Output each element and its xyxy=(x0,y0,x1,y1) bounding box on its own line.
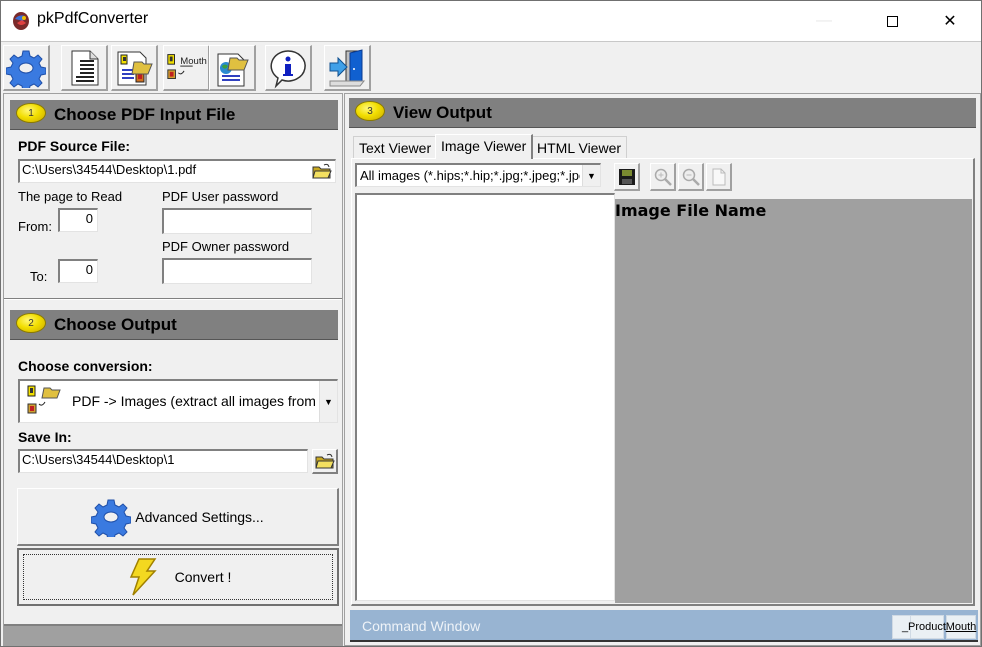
command-window-label: Command Window xyxy=(362,618,481,634)
text-document-icon xyxy=(71,50,99,85)
browse-save-button[interactable] xyxy=(312,449,338,474)
window-title: pkPdfConverter xyxy=(37,10,149,27)
settings-toolbar-button[interactable] xyxy=(3,45,50,91)
exit-door-icon xyxy=(329,48,366,86)
image-file-name-label: Image File Name xyxy=(615,201,767,220)
title-bar: pkPdfConverter — ✕ xyxy=(1,1,981,41)
mouth-label: Mouth xyxy=(945,621,977,633)
tab-label: Image Viewer xyxy=(441,138,527,154)
actual-size-button[interactable] xyxy=(706,163,732,191)
from-page-input[interactable]: 0 xyxy=(58,208,98,232)
section-divider xyxy=(4,298,342,300)
input-section-title: Choose PDF Input File xyxy=(54,105,236,124)
image-filter-select[interactable]: All images (*.hips;*.hip;*.jpg;*.jpeg;*.… xyxy=(355,163,601,187)
step-1-badge: 1 xyxy=(16,103,46,123)
web-document-open-icon xyxy=(217,53,249,86)
gear-icon xyxy=(6,50,46,88)
open-pdf-images-toolbar-button[interactable] xyxy=(111,45,158,91)
step-2-badge: 2 xyxy=(16,313,46,333)
view-output-title: View Output xyxy=(393,103,492,122)
open-folder-icon xyxy=(312,163,332,179)
tab-label: Text Viewer xyxy=(359,140,432,156)
output-section-title: Choose Output xyxy=(54,315,177,334)
pdf-to-images-icon xyxy=(27,385,61,414)
tab-image-viewer[interactable]: Image Viewer xyxy=(435,134,534,159)
image-file-list[interactable] xyxy=(355,193,615,601)
left-panel: 1 Choose PDF Input File PDF Source File:… xyxy=(3,93,343,646)
command-mouth-button[interactable]: Mouth xyxy=(946,615,976,639)
from-page-value: 0 xyxy=(85,211,93,226)
zoom-in-icon xyxy=(654,168,672,186)
command-window-bar: Command Window _ Product Mouth xyxy=(350,610,978,642)
to-page-value: 0 xyxy=(85,262,93,277)
save-icon xyxy=(618,168,635,185)
right-panel: 3 View Output Text Viewer Image Viewer H… xyxy=(344,93,981,646)
minimize-icon: — xyxy=(816,12,832,29)
blank-page-icon xyxy=(712,168,725,185)
page-range-label: The page to Read xyxy=(18,189,123,204)
owner-password-label: PDF Owner password xyxy=(162,239,290,254)
save-in-value: C:\Users\34544\Desktop\1 xyxy=(22,452,175,467)
view-output-header: 3 View Output xyxy=(349,98,976,128)
to-label: To: xyxy=(30,269,48,284)
product-label: Product xyxy=(908,621,946,633)
conversion-select[interactable]: PDF -> Images (extract all images from P… xyxy=(18,379,338,423)
save-image-button[interactable] xyxy=(614,163,640,191)
open-html-toolbar-button[interactable] xyxy=(209,45,256,91)
chevron-down-icon: ▼ xyxy=(587,170,596,181)
save-in-label: Save In: xyxy=(18,429,72,445)
conversion-label: Choose conversion: xyxy=(18,358,153,374)
close-icon: ✕ xyxy=(943,13,957,30)
output-section-header: 2 Choose Output xyxy=(10,310,338,340)
tab-html-viewer[interactable]: HTML Viewer xyxy=(531,136,628,158)
advanced-settings-label: Advanced Settings... xyxy=(135,508,264,525)
app-window: pkPdfConverter — ✕ Mouth 1 Choose PDF In… xyxy=(0,0,982,647)
zoom-out-icon xyxy=(682,168,700,186)
from-label: From: xyxy=(18,219,52,234)
browse-source-button[interactable] xyxy=(310,160,334,182)
user-password-input[interactable] xyxy=(162,208,312,234)
pdf-source-value: C:\Users\34544\Desktop\1.pdf xyxy=(22,162,197,177)
text-document-toolbar-button[interactable] xyxy=(61,45,108,91)
image-preview-area: Image File Name xyxy=(615,199,972,603)
advanced-settings-button[interactable]: Advanced Settings... xyxy=(17,488,339,546)
close-button[interactable]: ✕ xyxy=(927,1,973,41)
open-folder-icon xyxy=(314,453,335,469)
minimize-button[interactable]: — xyxy=(801,1,847,41)
tab-text-viewer[interactable]: Text Viewer xyxy=(353,136,438,158)
extract-images-toolbar-button[interactable]: Mouth xyxy=(163,45,210,91)
maximize-button[interactable] xyxy=(869,1,915,41)
image-document-open-icon xyxy=(117,51,153,85)
image-viewer-panel: All images (*.hips;*.hip;*.jpg;*.jpeg;*.… xyxy=(351,158,975,606)
maximize-icon xyxy=(886,15,898,27)
gear-icon xyxy=(91,499,132,537)
tab-label: HTML Viewer xyxy=(537,140,622,156)
exit-toolbar-button[interactable] xyxy=(324,45,371,91)
conversion-value: PDF -> Images (extract all images from P… xyxy=(72,393,316,409)
command-product-button[interactable]: Product xyxy=(908,615,946,639)
app-logo-icon xyxy=(13,12,29,30)
save-in-input[interactable]: C:\Users\34544\Desktop\1 xyxy=(18,449,308,473)
zoom-in-button[interactable] xyxy=(650,163,676,191)
filter-dropdown-arrow[interactable]: ▼ xyxy=(582,165,600,186)
to-page-input[interactable]: 0 xyxy=(58,259,98,283)
mouth-label: Mouth xyxy=(180,56,207,67)
conversion-dropdown-arrow[interactable]: ▼ xyxy=(319,381,337,422)
zoom-out-button[interactable] xyxy=(678,163,704,191)
convert-button[interactable]: Convert ! xyxy=(17,548,339,606)
toolbar: Mouth xyxy=(1,41,981,93)
pdf-source-label: PDF Source File: xyxy=(18,138,131,154)
user-password-label: PDF User password xyxy=(162,189,279,204)
input-section-header: 1 Choose PDF Input File xyxy=(10,100,338,130)
owner-password-input[interactable] xyxy=(162,258,312,284)
info-icon xyxy=(270,49,306,88)
image-filter-value: All images (*.hips;*.hip;*.jpg;*.jpeg;*.… xyxy=(360,168,580,183)
extract-images-icon: Mouth xyxy=(167,53,207,79)
pdf-source-input[interactable]: C:\Users\34544\Desktop\1.pdf xyxy=(18,159,336,183)
focus-rectangle xyxy=(23,554,333,600)
chevron-down-icon: ▼ xyxy=(324,396,333,407)
info-toolbar-button[interactable] xyxy=(265,45,312,91)
step-3-badge: 3 xyxy=(355,101,385,121)
left-status-area xyxy=(4,624,342,646)
